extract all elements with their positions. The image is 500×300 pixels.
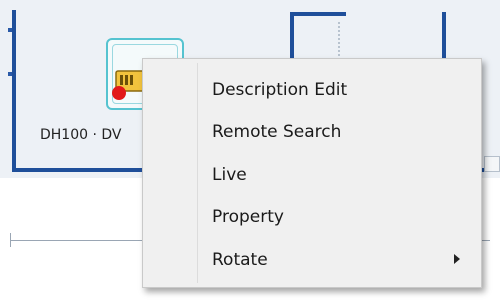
wall-room-top	[290, 12, 346, 16]
wall-marker	[8, 28, 12, 32]
dashed-boundary	[338, 22, 340, 60]
device-label: DH100 · DV	[40, 127, 122, 143]
menu-item-description-edit[interactable]: Description Edit	[146, 71, 478, 111]
wall-room-left	[290, 12, 294, 58]
wall-left	[12, 10, 16, 172]
scroll-corner[interactable]	[484, 156, 500, 172]
device-status-indicator	[112, 86, 126, 100]
wall-marker	[8, 72, 12, 76]
chevron-right-icon	[454, 254, 460, 264]
wall-room-right	[442, 12, 446, 58]
menu-item-remote-search[interactable]: Remote Search	[146, 113, 478, 153]
menu-item-rotate[interactable]: Rotate	[146, 241, 478, 281]
menu-item-label: Remote Search	[212, 122, 342, 142]
menu-item-property[interactable]: Property	[146, 198, 478, 238]
menu-item-label: Rotate	[212, 250, 268, 270]
timeline-start-tick	[10, 233, 11, 247]
context-menu: Description Edit Remote Search Live Prop…	[142, 58, 482, 288]
menu-item-label: Description Edit	[212, 80, 348, 100]
menu-item-label: Property	[212, 207, 284, 227]
menu-item-label: Live	[212, 165, 247, 185]
map-canvas[interactable]: DH100 · DV Description Edit Remote Searc…	[0, 0, 500, 300]
menu-item-live[interactable]: Live	[146, 156, 478, 196]
